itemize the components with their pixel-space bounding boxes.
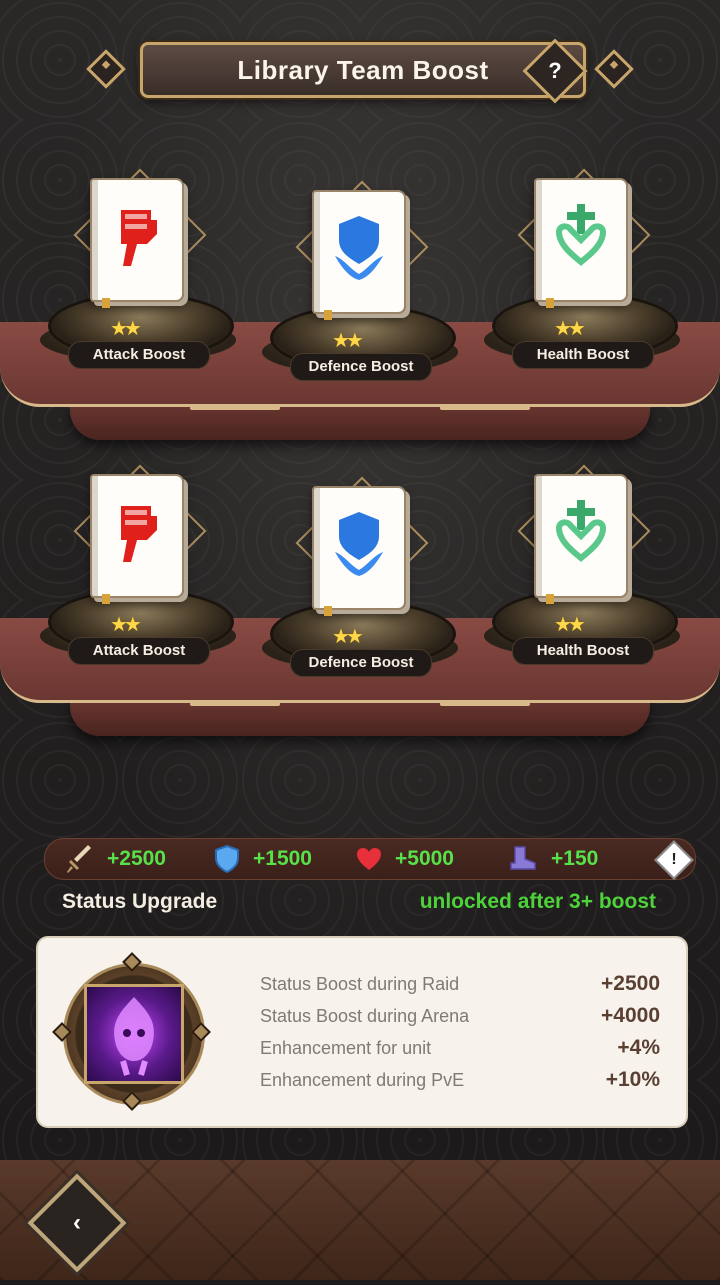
boost-label: Defence Boost (290, 353, 432, 381)
stat-speed: +150 (507, 839, 598, 879)
status-row-value: +2500 (601, 972, 660, 995)
boost-defence[interactable]: ★★ Defence Boost (260, 180, 460, 420)
page-title: Library Team Boost (237, 54, 489, 85)
stat-defence: +1500 (213, 839, 312, 879)
sword-icon (67, 845, 91, 873)
cross-heart-icon (555, 204, 607, 266)
status-emblem (52, 952, 211, 1111)
status-row-label: Status Boost during Arena (260, 1005, 470, 1026)
status-row-label: Enhancement during PvE (260, 1069, 465, 1090)
back-arrow-icon: ‹ (73, 1209, 81, 1236)
help-icon: ? (548, 58, 562, 83)
status-row: Enhancement during PvE +10% (260, 1064, 660, 1096)
shield-icon (335, 216, 383, 280)
shield-icon (335, 512, 383, 576)
status-row: Status Boost during Raid +2500 (260, 968, 660, 1000)
boost-label: Health Boost (512, 637, 654, 665)
status-upgrade-title: Status Upgrade (62, 890, 218, 913)
stat-value: +1500 (253, 847, 312, 870)
boost-defence[interactable]: ★★ Defence Boost (260, 476, 460, 716)
status-rows: Status Boost during Raid +2500 Status Bo… (260, 968, 660, 1096)
stat-value: +2500 (107, 847, 166, 870)
boost-attack[interactable]: ★★ Attack Boost (38, 464, 238, 704)
boost-health[interactable]: ★★ Health Boost (482, 464, 682, 704)
star-rating: ★★ (554, 614, 586, 636)
stat-health: +5000 (355, 839, 454, 879)
star-rating: ★★ (332, 330, 364, 352)
stat-bar: +2500 +1500 +5000 +150 (44, 838, 696, 880)
boost-label: Attack Boost (68, 637, 210, 665)
status-row-label: Status Boost during Raid (260, 973, 460, 994)
status-row-value: +4000 (601, 1004, 660, 1027)
cross-heart-icon (555, 500, 607, 562)
book-attack (90, 178, 184, 308)
book-health (534, 178, 628, 308)
boost-label: Defence Boost (290, 649, 432, 677)
stat-value: +5000 (395, 847, 454, 870)
star-rating: ★★ (110, 318, 142, 340)
boost-label: Attack Boost (68, 341, 210, 369)
status-row: Enhancement for unit +4% (260, 1032, 660, 1064)
fist-icon (121, 506, 157, 562)
status-row-label: Enhancement for unit (260, 1037, 432, 1058)
star-rating: ★★ (110, 614, 142, 636)
unlock-note: unlocked after 3+ boost (419, 890, 656, 913)
header-banner: Library Team Boost (140, 42, 586, 98)
book-attack (90, 474, 184, 604)
stat-value: +150 (551, 847, 599, 870)
book-defence (312, 190, 406, 320)
star-rating: ★★ (554, 318, 586, 340)
boost-health[interactable]: ★★ Health Boost (482, 168, 682, 408)
star-rating: ★★ (332, 626, 364, 648)
book-defence (312, 486, 406, 616)
shield-icon (215, 844, 239, 874)
flame-spirit-icon (84, 984, 184, 1084)
boost-attack[interactable]: ★★ Attack Boost (38, 168, 238, 408)
fist-icon (121, 210, 157, 266)
heart-icon (357, 848, 381, 870)
status-row: Status Boost during Arena +4000 (260, 1000, 660, 1032)
boost-label: Health Boost (512, 341, 654, 369)
book-health (534, 474, 628, 604)
warning-icon: ! (671, 851, 677, 868)
stat-attack: +2500 (65, 839, 166, 879)
status-row-value: +10% (605, 1068, 660, 1091)
status-row-value: +4% (617, 1036, 660, 1059)
boot-icon (510, 846, 536, 870)
